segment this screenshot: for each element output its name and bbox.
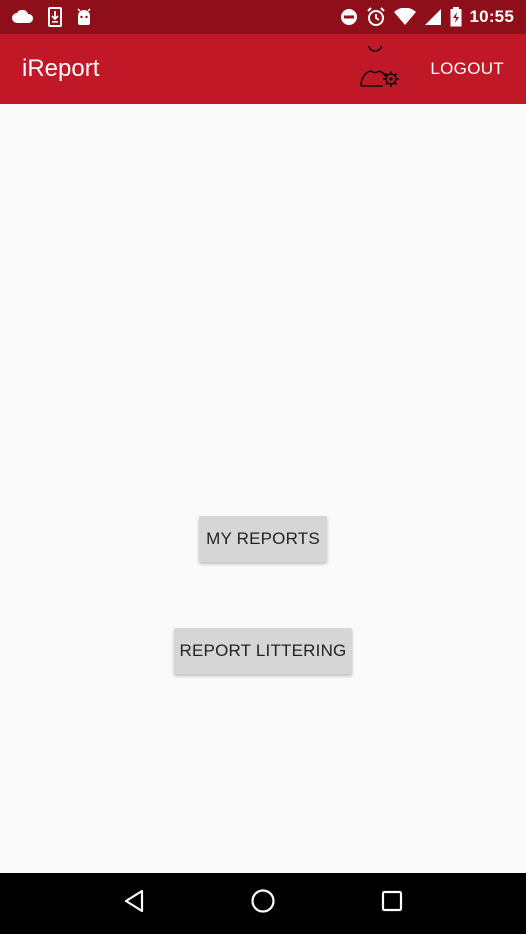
android-icon bbox=[76, 8, 92, 26]
do-not-disturb-icon bbox=[340, 8, 358, 26]
report-littering-button[interactable]: REPORT LITTERING bbox=[174, 628, 352, 674]
status-left-icons bbox=[12, 7, 92, 27]
user-settings-icon bbox=[359, 33, 401, 93]
navigation-bar bbox=[0, 873, 526, 934]
recents-icon bbox=[381, 890, 403, 917]
cloud-icon bbox=[12, 10, 34, 24]
app-title: iReport bbox=[22, 55, 100, 82]
wifi-icon bbox=[393, 8, 416, 26]
status-bar: 10:55 bbox=[0, 0, 526, 34]
status-right-icons: 10:55 bbox=[340, 7, 514, 27]
status-time: 10:55 bbox=[469, 7, 514, 26]
my-reports-button[interactable]: MY REPORTS bbox=[199, 516, 327, 562]
app-bar: iReport LOGOUT bbox=[0, 33, 526, 104]
recents-button[interactable] bbox=[368, 880, 416, 928]
signal-icon bbox=[424, 8, 442, 26]
main-content: MY REPORTS REPORT LITTERING bbox=[0, 104, 526, 873]
profile-settings-button[interactable] bbox=[358, 33, 402, 93]
home-button[interactable] bbox=[239, 880, 287, 928]
logout-button[interactable]: LOGOUT bbox=[430, 59, 504, 79]
home-icon bbox=[250, 888, 276, 919]
app-bar-actions: LOGOUT bbox=[358, 33, 504, 93]
back-button[interactable] bbox=[110, 880, 158, 928]
back-icon bbox=[123, 889, 145, 918]
alarm-icon bbox=[366, 7, 386, 27]
download-icon bbox=[48, 7, 62, 27]
battery-charging-icon bbox=[450, 7, 462, 27]
